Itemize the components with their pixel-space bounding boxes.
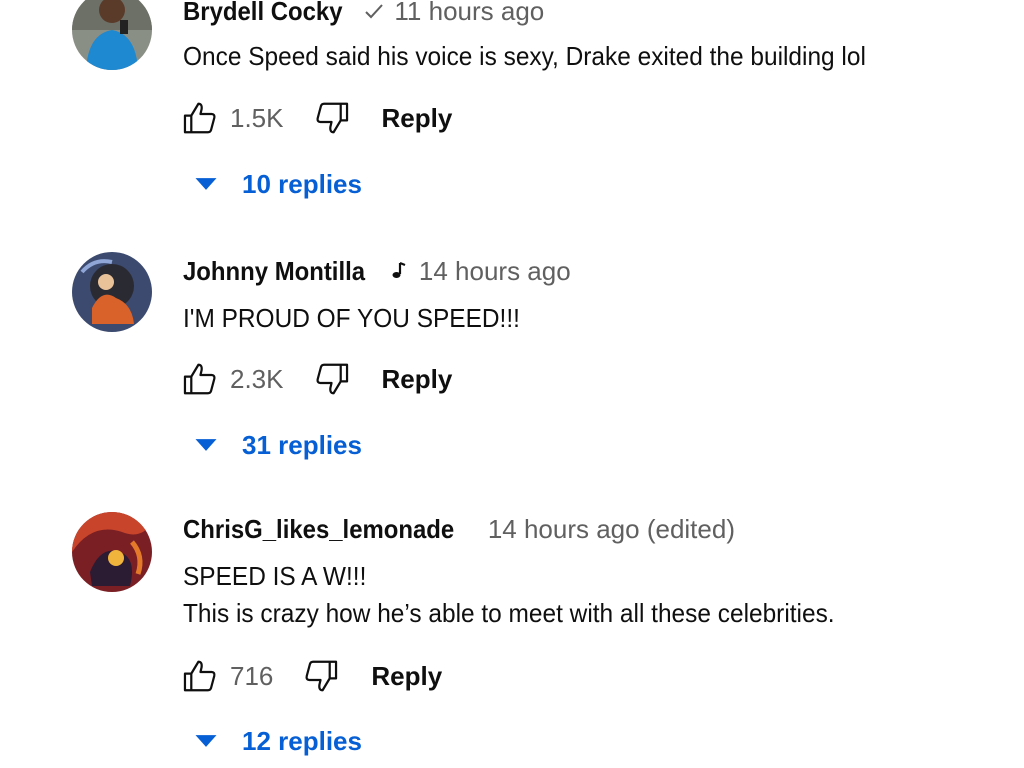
- thumbs-down-icon: [305, 660, 338, 692]
- avatar[interactable]: [72, 512, 152, 592]
- comment-text-line: This is crazy how he’s able to meet with…: [183, 598, 835, 628]
- thumbs-up-icon: [183, 660, 216, 692]
- comment-actions: 1.5K Reply: [180, 96, 452, 140]
- thumbs-up-icon: [183, 363, 216, 395]
- comment-text-line: SPEED IS A W!!!: [183, 561, 367, 591]
- author-name[interactable]: Johnny Montilla: [183, 256, 365, 286]
- dislike-button[interactable]: [312, 359, 352, 399]
- avatar[interactable]: [72, 0, 152, 70]
- reply-button[interactable]: Reply: [382, 103, 453, 134]
- comment-thread: Brydell Cocky 11 hours ago Once Speed sa…: [0, 0, 1024, 768]
- comment-actions: 716 Reply: [180, 654, 442, 698]
- like-count: 716: [230, 660, 274, 691]
- comment-actions: 2.3K Reply: [180, 357, 452, 401]
- replies-count: 12 replies: [242, 725, 362, 756]
- comment-text-line: I'M PROUD OF YOU SPEED!!!: [183, 303, 520, 333]
- author-name[interactable]: Brydell Cocky: [183, 0, 343, 26]
- music-note-icon: [387, 259, 411, 283]
- view-replies-button[interactable]: 12 replies: [192, 721, 362, 761]
- reply-button[interactable]: Reply: [382, 364, 453, 395]
- caret-down-icon: [195, 178, 217, 190]
- like-button[interactable]: [180, 656, 220, 696]
- thumbs-up-icon: [183, 102, 216, 134]
- comment-text: Once Speed said his voice is sexy, Drake…: [183, 38, 909, 75]
- avatar[interactable]: [72, 252, 152, 332]
- comment-timestamp[interactable]: 14 hours ago: [419, 256, 571, 286]
- author-name[interactable]: ChrisG_likes_lemonade: [183, 514, 454, 544]
- like-count: 2.3K: [230, 363, 284, 394]
- dislike-button[interactable]: [312, 98, 352, 138]
- view-replies-button[interactable]: 10 replies: [192, 164, 362, 204]
- comment-header: ChrisG_likes_lemonade 14 hours ago (edit…: [183, 514, 735, 544]
- comment-header: Johnny Montilla 14 hours ago: [183, 256, 571, 286]
- like-button[interactable]: [180, 98, 220, 138]
- view-replies-button[interactable]: 31 replies: [192, 425, 362, 465]
- comment-text-line: Once Speed said his voice is sexy, Drake…: [183, 41, 866, 71]
- comment-text: SPEED IS A W!!! This is crazy how he’s a…: [183, 558, 876, 632]
- caret-down-icon: [195, 735, 217, 747]
- thumbs-down-icon: [315, 363, 348, 395]
- dislike-button[interactable]: [301, 656, 341, 696]
- comment-header: Brydell Cocky 11 hours ago: [183, 0, 544, 26]
- thumbs-down-icon: [315, 102, 348, 134]
- replies-count: 31 replies: [242, 429, 362, 460]
- like-count: 1.5K: [230, 102, 284, 133]
- comment-timestamp[interactable]: 14 hours ago (edited): [488, 514, 735, 544]
- verified-check-icon: [362, 0, 386, 23]
- replies-count: 10 replies: [242, 168, 362, 199]
- like-button[interactable]: [180, 359, 220, 399]
- reply-button[interactable]: Reply: [371, 661, 442, 692]
- caret-down-icon: [195, 439, 217, 451]
- comment-timestamp[interactable]: 11 hours ago: [394, 0, 544, 26]
- comment-text: I'M PROUD OF YOU SPEED!!!: [183, 300, 541, 337]
